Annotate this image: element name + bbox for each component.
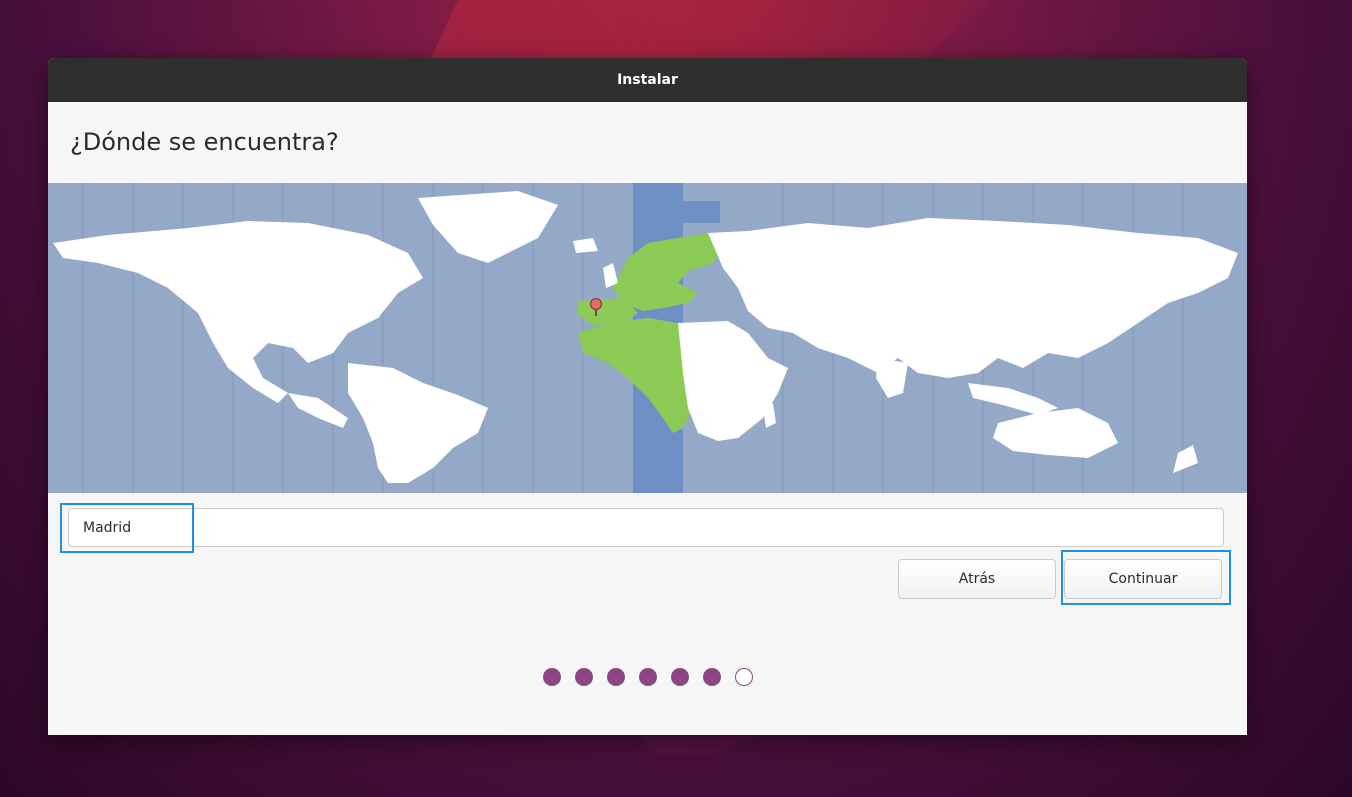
window-title: Instalar <box>617 72 678 88</box>
wallpaper-shape <box>430 0 990 60</box>
progress-dot-filled <box>606 668 625 686</box>
timezone-map[interactable] <box>48 183 1247 493</box>
wallpaper-shape <box>640 735 760 755</box>
progress-dot-filled <box>542 668 561 686</box>
back-button[interactable]: Atrás <box>898 559 1056 599</box>
window-titlebar[interactable]: Instalar <box>48 58 1247 102</box>
progress-dot-empty <box>734 668 753 686</box>
installer-window: Instalar ¿Dónde se encuentra? Madrid Atr… <box>48 58 1247 735</box>
world-map <box>53 183 1238 493</box>
progress-dot-filled <box>638 668 657 686</box>
progress-dot-filled <box>702 668 721 686</box>
continue-button[interactable]: Continuar <box>1064 559 1222 599</box>
progress-dot-filled <box>574 668 593 686</box>
location-search <box>68 508 1224 547</box>
page-title: ¿Dónde se encuentra? <box>70 128 339 156</box>
progress-dots <box>48 668 1247 686</box>
location-input[interactable] <box>68 508 1224 547</box>
progress-dot-filled <box>670 668 689 686</box>
selected-region <box>613 233 728 311</box>
